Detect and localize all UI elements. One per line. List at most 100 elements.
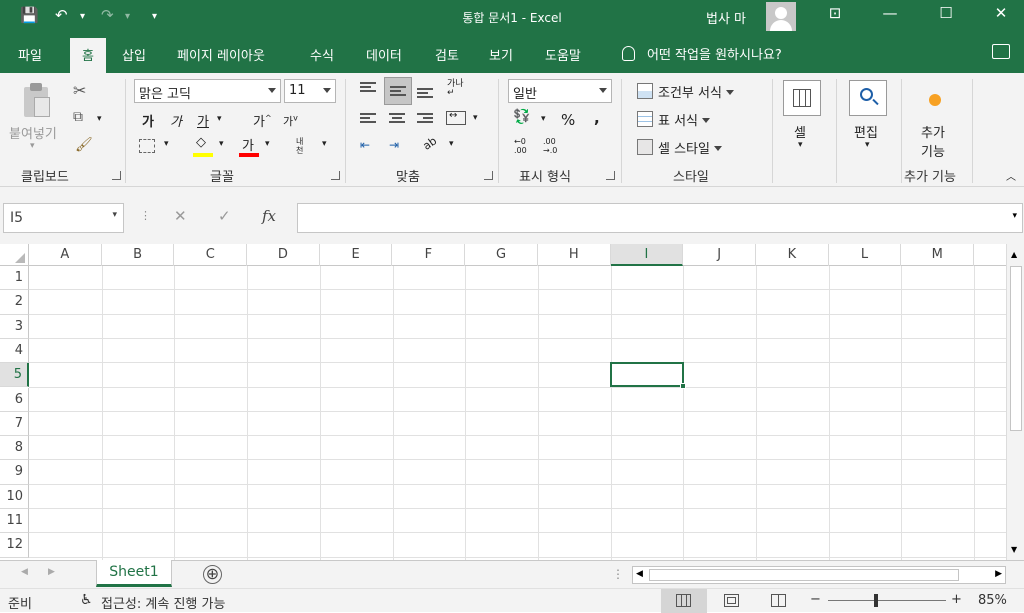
align-right-icon[interactable] (417, 113, 433, 125)
tab-formulas[interactable]: 수식 (310, 45, 334, 64)
add-ins-button[interactable]: 추가 (921, 122, 945, 141)
active-cell[interactable] (609, 362, 687, 390)
accessibility-status[interactable]: 접근성: 계속 진행 가능 (101, 593, 225, 612)
font-name-select[interactable]: 맑은 고딕 (134, 79, 281, 103)
row-header-4[interactable]: 4 (0, 338, 29, 364)
editing-button[interactable]: 편집 (854, 122, 878, 141)
tab-home[interactable]: 홈 (70, 38, 106, 73)
increase-font-size-button[interactable]: 가^ (253, 111, 272, 130)
format-as-table-button[interactable]: 표 서식 (658, 110, 711, 129)
avatar[interactable] (766, 2, 796, 31)
collapse-ribbon-icon[interactable]: ︿ (1006, 168, 1016, 183)
cells-button[interactable]: 셀 (794, 122, 806, 141)
restore-button[interactable]: ☐ (926, 4, 966, 22)
italic-button[interactable]: 가 (170, 111, 182, 130)
insert-function-icon[interactable]: fx (262, 207, 276, 225)
wrap-text-icon[interactable]: 가나 ↵ (447, 80, 464, 98)
name-box[interactable]: I5 ▾ (3, 203, 124, 233)
tab-view[interactable]: 보기 (489, 45, 513, 64)
tab-insert[interactable]: 삽입 (122, 45, 146, 64)
phonetic-guide-button[interactable]: 내천 (296, 137, 310, 155)
row-header-5[interactable]: 5 (0, 363, 29, 388)
conditional-formatting-button[interactable]: 조건부 서식 (658, 82, 734, 101)
tab-split-handle-icon[interactable]: ⋮ (612, 567, 624, 581)
column-header-d[interactable]: D (247, 244, 320, 266)
accounting-dropdown-icon[interactable]: ▾ (541, 114, 546, 124)
sheet-tab[interactable]: Sheet1 (96, 560, 172, 587)
column-header-b[interactable]: B (102, 244, 175, 266)
scroll-left-icon[interactable]: ◀ (636, 569, 643, 579)
underline-dropdown-icon[interactable]: ▾ (217, 114, 222, 124)
ribbon-display-options-icon[interactable]: ⊡ (815, 4, 855, 22)
horizontal-scrollbar[interactable]: ◀ ▶ (632, 566, 1006, 584)
tell-me-search[interactable]: 어떤 작업을 원하시나요? (622, 44, 782, 63)
cell-styles-button[interactable]: 셀 스타일 (658, 138, 722, 157)
column-header-a[interactable]: A (29, 244, 102, 266)
cancel-entry-icon[interactable]: ✕ (174, 207, 187, 225)
zoom-slider[interactable] (828, 600, 946, 601)
page-layout-view-icon[interactable] (724, 594, 739, 607)
increase-indent-icon[interactable]: ⇥ (389, 138, 399, 152)
cells-dropdown-icon[interactable]: ▾ (798, 140, 803, 150)
add-sheet-icon[interactable]: ⊕ (203, 565, 222, 584)
copy-dropdown-icon[interactable]: ▾ (97, 114, 102, 124)
add-ins-button-line2[interactable]: 기능 (921, 141, 945, 160)
cells-icon[interactable] (783, 80, 821, 116)
row-header-9[interactable]: 9 (0, 460, 29, 485)
row-header-7[interactable]: 7 (0, 411, 29, 437)
page-break-view-icon[interactable] (771, 594, 786, 607)
accessibility-icon[interactable]: ♿ (80, 592, 93, 608)
vertical-scrollbar[interactable]: ▲ ▼ (1006, 244, 1024, 560)
conditional-formatting-icon[interactable] (637, 83, 653, 99)
minimize-button[interactable]: — (870, 4, 910, 22)
cut-icon[interactable]: ✂ (73, 81, 86, 100)
enter-entry-icon[interactable]: ✓ (218, 207, 231, 225)
borders-icon[interactable] (139, 139, 155, 153)
font-launcher-icon[interactable] (331, 171, 340, 180)
top-align-icon[interactable] (360, 82, 376, 94)
underline-button[interactable]: 가 (197, 111, 209, 130)
format-as-table-icon[interactable] (637, 111, 653, 127)
row-header-2[interactable]: 2 (0, 290, 29, 315)
align-left-icon[interactable] (360, 113, 376, 125)
column-header-c[interactable]: C (174, 244, 248, 266)
row-header-1[interactable]: 1 (0, 266, 29, 291)
column-header-i[interactable]: I (610, 244, 684, 266)
comma-style-button[interactable]: , (594, 109, 600, 127)
decrease-decimal-button[interactable]: .00 →.0 (543, 137, 557, 155)
add-ins-icon[interactable] (929, 94, 941, 106)
orientation-dropdown-icon[interactable]: ▾ (449, 139, 454, 149)
merge-dropdown-icon[interactable]: ▾ (473, 113, 478, 123)
bold-button[interactable]: 가 (142, 111, 154, 130)
font-color-dropdown-icon[interactable]: ▾ (265, 139, 270, 149)
horizontal-scroll-thumb[interactable] (649, 569, 959, 581)
paste-dropdown-icon[interactable]: ▾ (30, 141, 35, 151)
clipboard-launcher-icon[interactable] (112, 171, 121, 180)
column-header-l[interactable]: L (829, 244, 902, 266)
tab-help[interactable]: 도움말 (545, 45, 581, 64)
paste-icon[interactable] (22, 83, 52, 119)
borders-dropdown-icon[interactable]: ▾ (164, 139, 169, 149)
format-painter-icon[interactable]: 🖌 (75, 137, 93, 153)
normal-view-icon[interactable] (676, 594, 691, 607)
orientation-icon[interactable]: ab (421, 134, 440, 153)
vertical-scroll-thumb[interactable] (1010, 266, 1022, 431)
decrease-indent-icon[interactable]: ⇤ (360, 138, 370, 152)
number-launcher-icon[interactable] (606, 171, 615, 180)
row-header-6[interactable]: 6 (0, 387, 29, 412)
zoom-slider-thumb[interactable] (874, 594, 878, 607)
column-header-g[interactable]: G (465, 244, 538, 266)
expand-formula-bar-icon[interactable]: ▾ (1012, 211, 1017, 221)
tab-page-layout[interactable]: 페이지 레이아웃 (177, 45, 265, 64)
zoom-level[interactable]: 85% (978, 593, 1007, 608)
column-header-h[interactable]: H (538, 244, 611, 266)
row-header-8[interactable]: 8 (0, 436, 29, 461)
increase-decimal-button[interactable]: ←0.00 (514, 137, 527, 155)
bottom-align-icon[interactable] (417, 88, 433, 100)
prev-sheet-icon[interactable]: ◀ (21, 567, 28, 577)
decrease-font-size-button[interactable]: 가v (283, 113, 298, 129)
fill-color-dropdown-icon[interactable]: ▾ (219, 139, 224, 149)
scroll-up-icon[interactable]: ▲ (1011, 250, 1017, 259)
row-header-12[interactable]: 12 (0, 533, 29, 558)
font-color-icon[interactable]: 가 (239, 135, 259, 157)
